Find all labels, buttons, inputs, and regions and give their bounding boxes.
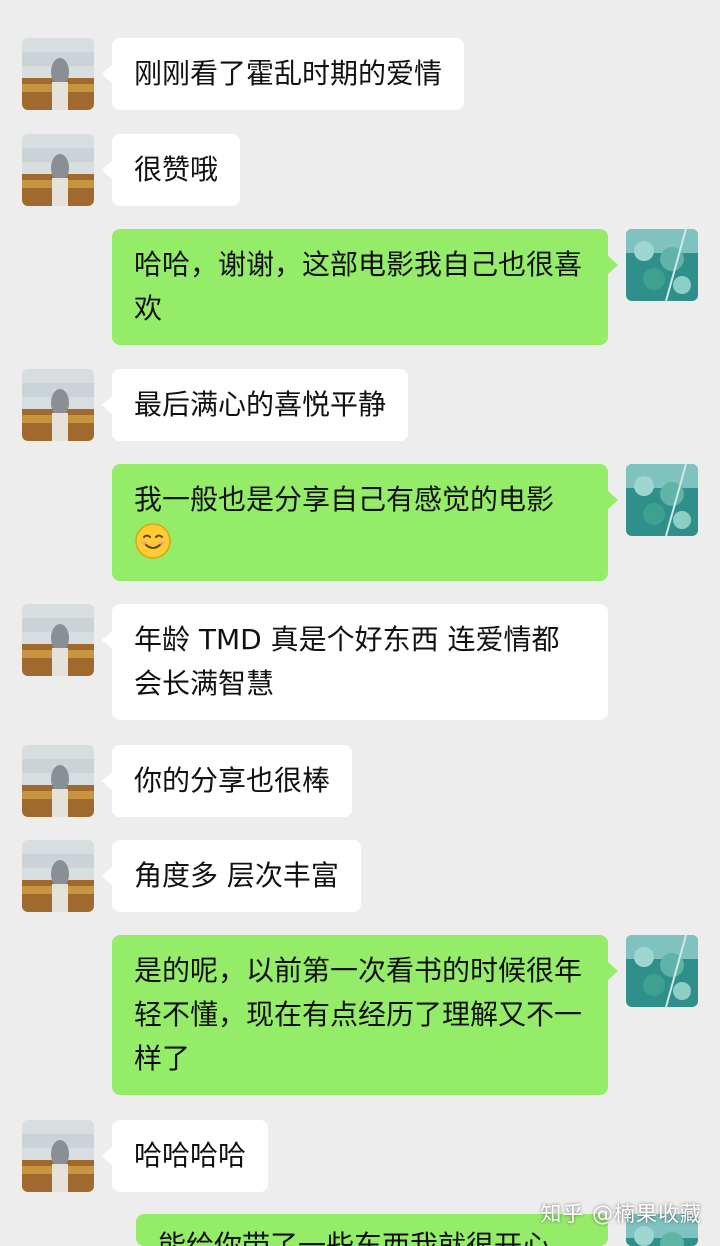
own-avatar[interactable] [626,935,698,1007]
chat-message-list[interactable]: 刚刚看了霍乱时期的爱情 很赞哦 哈哈，谢谢，这部电影我自己也很喜欢 最后满心的喜… [0,0,720,1246]
outgoing-message-bubble[interactable]: 能给你带了一些东西我就很开心 [136,1214,608,1246]
zhihu-watermark: 知乎 @楠果收藏 [540,1202,702,1226]
smiling-face-emoji-icon [134,522,172,560]
contact-avatar[interactable] [22,604,94,676]
contact-avatar[interactable] [22,1120,94,1192]
incoming-message-bubble[interactable]: 年龄 TMD 真是个好东西 连爱情都会长满智慧 [102,604,608,720]
contact-avatar[interactable] [22,840,94,912]
incoming-message-bubble[interactable]: 很赞哦 [101,134,241,206]
own-avatar[interactable] [626,464,698,536]
contact-avatar[interactable] [22,745,94,817]
incoming-message-bubble[interactable]: 你的分享也很棒 [101,745,353,817]
contact-avatar[interactable] [22,369,94,441]
outgoing-message-bubble[interactable]: 我一般也是分享自己有感觉的电影 [112,464,618,581]
incoming-message-bubble[interactable]: 最后满心的喜悦平静 [101,369,409,441]
own-avatar[interactable] [626,229,698,301]
incoming-message-bubble[interactable]: 哈哈哈哈 [101,1120,269,1192]
message-text: 我一般也是分享自己有感觉的电影 [134,483,555,516]
outgoing-message-bubble[interactable]: 是的呢，以前第一次看书的时候很年轻不懂，现在有点经历了理解又不一样了 [112,935,618,1095]
contact-avatar[interactable] [22,38,94,110]
incoming-message-bubble[interactable]: 刚刚看了霍乱时期的爱情 [101,38,465,110]
incoming-message-bubble[interactable]: 角度多 层次丰富 [102,840,361,912]
contact-avatar[interactable] [22,134,94,206]
outgoing-message-bubble[interactable]: 哈哈，谢谢，这部电影我自己也很喜欢 [112,229,618,345]
